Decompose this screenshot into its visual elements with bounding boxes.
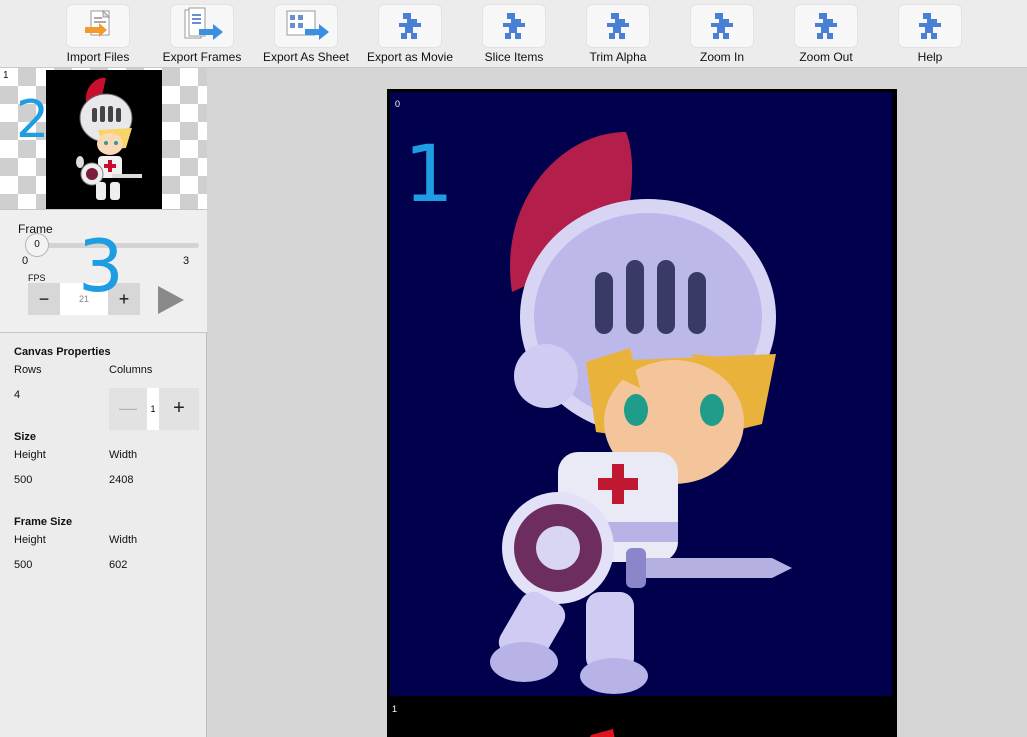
frame-0-index: 0	[395, 99, 401, 109]
export-frames-icon	[170, 4, 234, 48]
import-files-button[interactable]: Import Files	[46, 0, 150, 68]
import-files-label: Import Files	[66, 50, 130, 64]
rows-label: Rows	[14, 364, 42, 376]
slice-items-button[interactable]: Slice Items	[462, 0, 566, 68]
slice-items-label: Slice Items	[484, 50, 544, 64]
fps-decrement-button[interactable]: −	[28, 283, 60, 315]
export-movie-icon	[378, 4, 442, 48]
trim-alpha-button[interactable]: Trim Alpha	[566, 0, 670, 68]
canvas-frame-0-image: 0 1	[390, 92, 892, 696]
help-button[interactable]: Help	[878, 0, 982, 68]
size-height-label: Height	[14, 449, 46, 461]
annotation-number-1: 1	[404, 130, 454, 220]
export-movie-button[interactable]: Export as Movie	[358, 0, 462, 68]
frame-1-index: 1	[392, 704, 398, 714]
slider-min-label: 0	[22, 255, 29, 267]
zoom-in-button[interactable]: Zoom In	[670, 0, 774, 68]
annotation-number-2: 2	[16, 90, 50, 150]
zoom-in-icon	[690, 4, 754, 48]
export-sheet-label: Export As Sheet	[262, 50, 350, 64]
export-sheet-button[interactable]: Export As Sheet	[254, 0, 358, 68]
knight-sprite-image-partial	[590, 729, 615, 737]
frame-size-width-label: Width	[109, 534, 138, 546]
size-width-label: Width	[109, 449, 138, 461]
player-panel: Frame 0 0 3 FPS − + 3	[0, 209, 207, 333]
zoom-out-icon	[794, 4, 858, 48]
columns-stepper: — +	[109, 388, 199, 430]
properties-panel: Canvas Properties Rows Columns 4 — + Siz…	[0, 333, 207, 737]
canvas-properties-heading: Canvas Properties	[14, 346, 111, 358]
thumbnail-index: 1	[3, 70, 9, 81]
trim-alpha-icon	[586, 4, 650, 48]
import-files-icon	[66, 4, 130, 48]
frame-size-height-label: Height	[14, 534, 46, 546]
canvas-area: 0 1 1	[207, 68, 1027, 737]
knight-thumbnail-image	[76, 77, 142, 200]
help-label: Help	[917, 50, 943, 64]
frame-thumbnail[interactable]	[46, 70, 162, 209]
frame-size-width-value: 602	[109, 559, 128, 571]
left-panel: 1 2 Frame 0 0 3 FPS − 21 + 3 Canvas Prop…	[0, 68, 207, 737]
slice-items-icon	[482, 4, 546, 48]
slider-max-label: 3	[183, 255, 190, 267]
zoom-out-button[interactable]: Zoom Out	[774, 0, 878, 68]
frame-thumbnail-list: 1 2	[0, 68, 207, 209]
size-height-value: 500	[14, 474, 33, 486]
columns-label: Columns	[109, 364, 153, 376]
export-frames-button[interactable]: Export Frames	[150, 0, 254, 68]
trim-alpha-label: Trim Alpha	[589, 50, 647, 64]
fps-label: FPS	[28, 273, 46, 283]
canvas-frame-1[interactable]: 1	[387, 701, 897, 737]
rows-value: 4	[14, 389, 21, 401]
frame-slider-handle[interactable]: 0	[25, 233, 49, 257]
frame-size-height-value: 500	[14, 559, 33, 571]
export-sheet-icon	[274, 4, 338, 48]
canvas-frame-0[interactable]: 0 1	[387, 89, 897, 701]
columns-increment-button[interactable]: +	[159, 388, 199, 430]
frame-size-heading: Frame Size	[14, 516, 73, 528]
play-icon[interactable]	[156, 284, 186, 316]
export-movie-label: Export as Movie	[366, 50, 454, 64]
size-width-value: 2408	[109, 474, 134, 486]
export-frames-label: Export Frames	[162, 50, 242, 64]
columns-decrement-button[interactable]: —	[109, 388, 147, 430]
knight-sprite-image	[490, 132, 792, 694]
columns-input[interactable]	[147, 388, 159, 430]
help-icon	[898, 4, 962, 48]
annotation-number-3: 3	[78, 224, 124, 308]
zoom-in-label: Zoom In	[699, 50, 744, 64]
zoom-out-label: Zoom Out	[799, 50, 853, 64]
toolbar: Import Files Export Frames Export As She…	[0, 0, 1027, 68]
size-heading: Size	[14, 431, 37, 443]
